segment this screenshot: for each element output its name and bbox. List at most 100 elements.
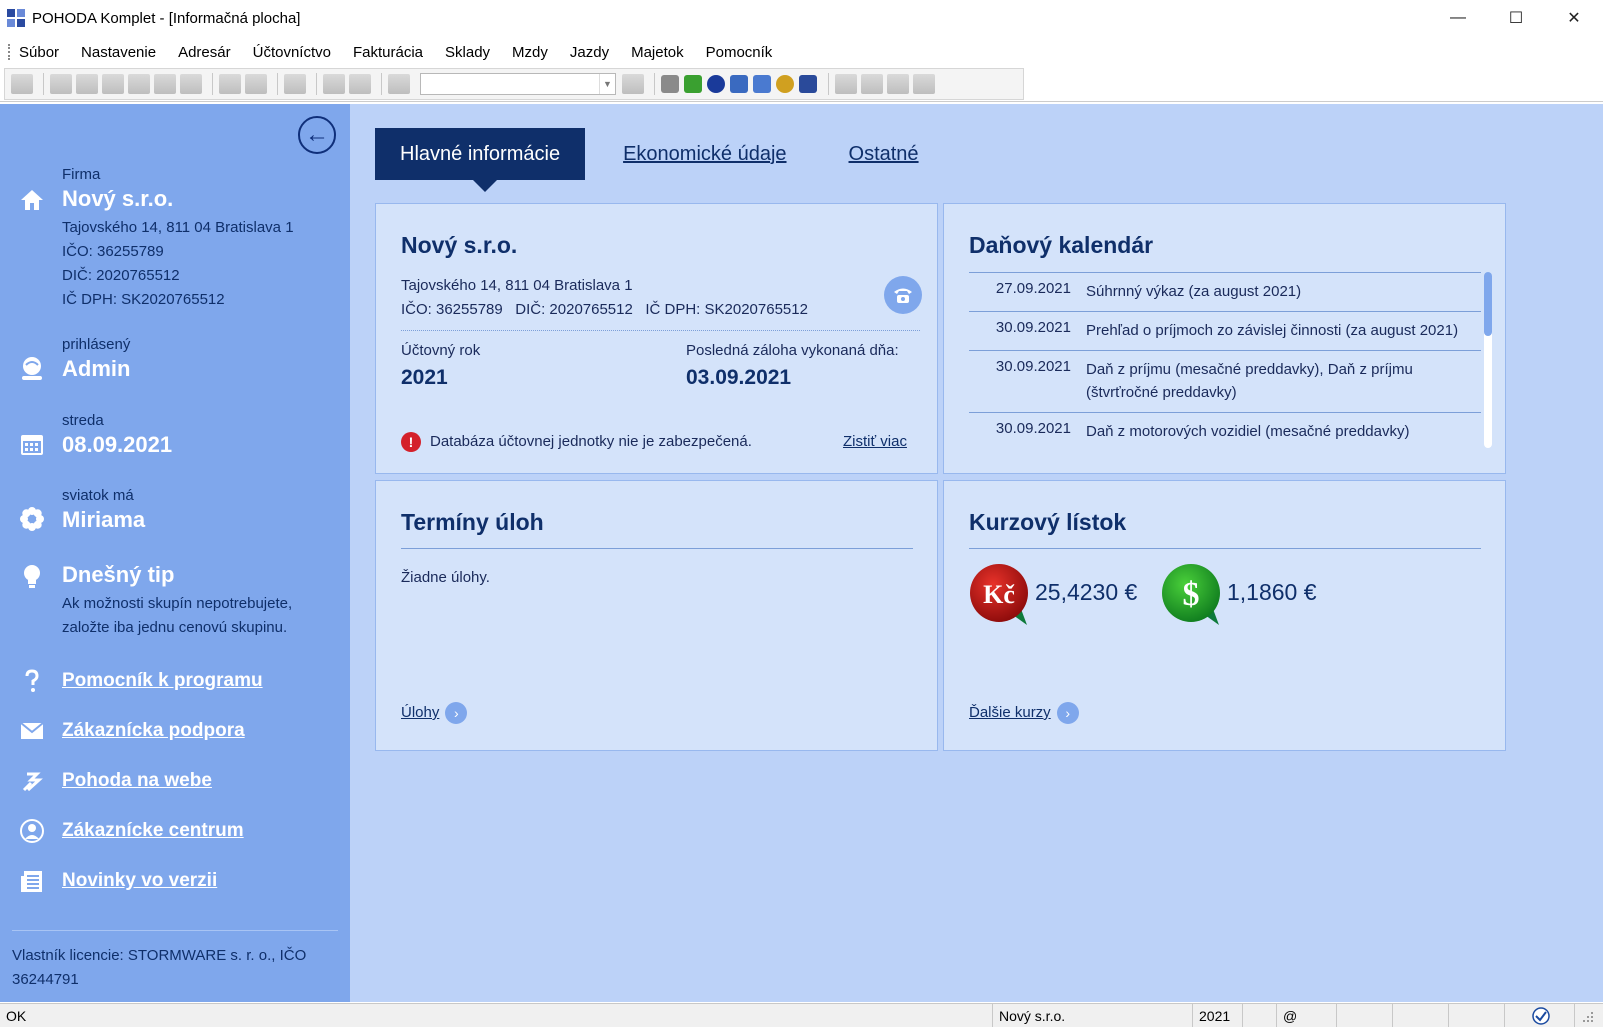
menu-uctovnictvo[interactable]: Účtovníctvo bbox=[253, 44, 331, 61]
tb-filter-combo[interactable]: ▼ bbox=[420, 73, 616, 95]
tab-main-info-label: Hlavné informácie bbox=[400, 143, 561, 165]
tip-title: Dnešný tip bbox=[62, 562, 175, 587]
calendar-icon bbox=[18, 430, 46, 458]
web-icon bbox=[18, 767, 46, 795]
resize-grip[interactable] bbox=[1574, 1004, 1603, 1027]
maximize-button[interactable]: ☐ bbox=[1487, 0, 1545, 36]
tb-list-icon[interactable] bbox=[861, 74, 883, 94]
tb-print-icon[interactable] bbox=[76, 74, 98, 94]
tb-folder-icon[interactable] bbox=[661, 75, 679, 93]
tb-new-icon[interactable] bbox=[50, 74, 72, 94]
collapse-sidebar-button[interactable]: ← bbox=[298, 116, 336, 154]
rates-card-divider bbox=[969, 548, 1481, 549]
current-date: 08.09.2021 bbox=[62, 432, 173, 457]
sidebar: ← Firma Nový s.r.o. Tajovského 14, 811 0… bbox=[0, 104, 350, 1002]
tb-calendar-icon[interactable] bbox=[753, 75, 771, 93]
menu-jazdy[interactable]: Jazdy bbox=[570, 44, 609, 61]
customer-center-icon bbox=[18, 817, 46, 845]
tax-calendar-scrollbar[interactable] bbox=[1484, 272, 1492, 448]
tb-back-arrow-icon[interactable] bbox=[284, 74, 306, 94]
tb-preview-icon[interactable] bbox=[102, 74, 124, 94]
tax-calendar-row: 27.09.2021 Súhrnný výkaz (za august 2021… bbox=[969, 272, 1481, 311]
tax-calendar-row: 30.09.2021 Prehľad o príjmoch zo závisle… bbox=[969, 311, 1481, 350]
tb-iban-icon[interactable] bbox=[799, 75, 817, 93]
customer-center-link[interactable]: Zákaznícke centrum bbox=[62, 820, 244, 842]
user-icon bbox=[18, 354, 46, 382]
tab-economic[interactable]: Ekonomické údaje bbox=[623, 143, 786, 166]
tb-copy-icon[interactable] bbox=[128, 74, 150, 94]
resize-grip-icon bbox=[1583, 1012, 1593, 1022]
tax-calendar-row: 30.09.2021 Daň z príjmu (mesačné preddav… bbox=[969, 350, 1481, 412]
help-link[interactable]: Pomocník k programu bbox=[62, 670, 263, 692]
chevron-down-icon[interactable]: ▼ bbox=[599, 74, 615, 94]
tab-main-info[interactable]: Hlavné informácie bbox=[375, 128, 586, 192]
tax-calendar-title: Daňový kalendár bbox=[969, 232, 1154, 258]
tb-calculator-icon[interactable] bbox=[730, 75, 748, 93]
tb-save-all-icon[interactable] bbox=[349, 74, 371, 94]
tab-active-notch bbox=[473, 180, 497, 192]
tb-save-icon[interactable] bbox=[323, 74, 345, 94]
chevron-right-icon[interactable]: › bbox=[1056, 702, 1079, 724]
tb-paste-icon[interactable] bbox=[154, 74, 176, 94]
support-link[interactable]: Zákaznícka podpora bbox=[62, 720, 245, 742]
fiscal-year-value: 2021 bbox=[401, 366, 448, 389]
menu-pomocnik[interactable]: Pomocník bbox=[706, 44, 773, 61]
tb-exit-icon[interactable] bbox=[11, 74, 33, 94]
company-dic: DIČ: 2020765512 bbox=[62, 267, 180, 284]
menu-nastavenie[interactable]: Nastavenie bbox=[81, 44, 156, 61]
menu-subor[interactable]: Súbor bbox=[19, 44, 59, 61]
company-ico: IČO: 36255789 bbox=[62, 243, 164, 260]
rates-card-title-text: Kurzový lístok bbox=[969, 509, 1127, 535]
chevron-right-icon[interactable]: › bbox=[445, 702, 468, 724]
usd-rate: 1,1860 € bbox=[1227, 579, 1317, 605]
more-rates-wrap: Ďalšie kurzy › bbox=[969, 702, 1079, 724]
news-link[interactable]: Novinky vo verzii bbox=[62, 870, 217, 892]
tasks-link[interactable]: Úlohy bbox=[401, 704, 439, 721]
tip-line-2: založte iba jednu cenovú skupinu. bbox=[62, 619, 288, 636]
menu-grip[interactable] bbox=[8, 44, 11, 60]
tab-other[interactable]: Ostatné bbox=[849, 143, 919, 166]
tb-comment-icon[interactable] bbox=[835, 74, 857, 94]
tb-separator bbox=[277, 73, 278, 95]
tb-note-icon[interactable] bbox=[887, 74, 909, 94]
menu-sklady[interactable]: Sklady bbox=[445, 44, 490, 61]
tb-help-icon[interactable] bbox=[913, 74, 935, 94]
tb-wizard-icon[interactable] bbox=[245, 74, 267, 94]
info-card-ids: IČO: 36255789 DIČ: 2020765512 IČ DPH: SK… bbox=[401, 301, 808, 318]
minimize-button[interactable]: — bbox=[1429, 0, 1487, 36]
tb-coins-icon[interactable] bbox=[776, 75, 794, 93]
scrollbar-thumb[interactable] bbox=[1484, 272, 1492, 336]
phone-icon bbox=[894, 288, 912, 303]
no-tasks-text: Žiadne úlohy. bbox=[401, 569, 490, 586]
close-button[interactable]: ✕ bbox=[1545, 0, 1603, 36]
tb-filter-icon[interactable] bbox=[622, 74, 644, 94]
tax-calendar-list[interactable]: 27.09.2021 Súhrnný výkaz (za august 2021… bbox=[969, 272, 1481, 448]
tb-money-icon[interactable] bbox=[684, 75, 702, 93]
news-icon bbox=[18, 867, 46, 895]
check-circle-icon[interactable] bbox=[1531, 1006, 1551, 1026]
nameday-label: sviatok má bbox=[62, 487, 134, 504]
weekday-label: streda bbox=[62, 412, 104, 429]
tb-tools-icon[interactable] bbox=[219, 74, 241, 94]
menu-majetok[interactable]: Majetok bbox=[631, 44, 684, 61]
more-rates-link[interactable]: Ďalšie kurzy bbox=[969, 704, 1051, 721]
lightbulb-icon bbox=[18, 562, 46, 590]
phone-button[interactable] bbox=[884, 276, 922, 314]
status-empty-cell bbox=[1448, 1004, 1504, 1027]
tb-reports-icon[interactable] bbox=[180, 74, 202, 94]
tb-duplicate-icon[interactable] bbox=[388, 74, 410, 94]
learn-more-link[interactable]: Zistiť viac bbox=[843, 433, 907, 450]
info-card-address: Tajovského 14, 811 04 Bratislava 1 bbox=[401, 277, 633, 294]
company-name: Nový s.r.o. bbox=[62, 186, 174, 211]
menu-fakturacia[interactable]: Fakturácia bbox=[353, 44, 423, 61]
menu-mzdy[interactable]: Mzdy bbox=[512, 44, 548, 61]
tax-calendar-desc: Prehľad o príjmoch zo závislej činnosti … bbox=[1086, 322, 1459, 339]
web-link[interactable]: Pohoda na webe bbox=[62, 770, 212, 792]
tax-calendar-desc: Daň z príjmu (mesačné preddavky), Daň z … bbox=[1086, 361, 1413, 401]
tb-euro-icon[interactable] bbox=[707, 75, 725, 93]
status-empty-cell bbox=[1392, 1004, 1448, 1027]
company-address: Tajovského 14, 811 04 Bratislava 1 bbox=[62, 219, 294, 236]
tasks-card: Termíny úloh Žiadne úlohy. Úlohy › bbox=[375, 480, 938, 751]
last-backup-label: Posledná záloha vykonaná dňa: bbox=[686, 342, 899, 359]
menu-adresar[interactable]: Adresár bbox=[178, 44, 231, 61]
